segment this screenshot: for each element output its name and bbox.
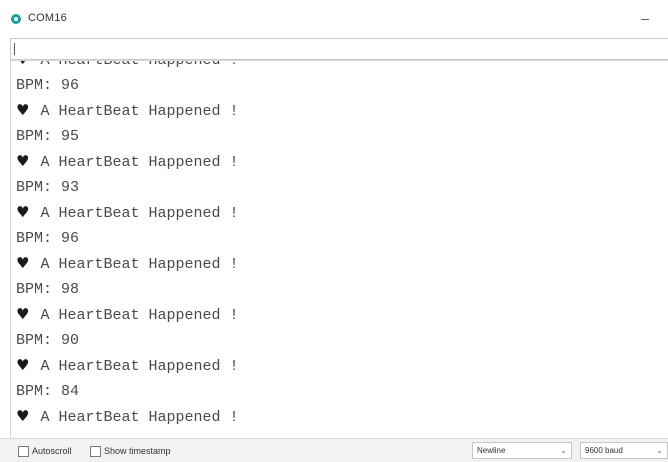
- serial-output-text: BPM: 90: [16, 331, 80, 349]
- heart-icon: ♥: [16, 203, 30, 221]
- serial-output-line: ♥ A HeartBeat Happened !: [16, 200, 239, 226]
- title-bar: COM16 –: [0, 0, 668, 38]
- serial-output-line: ♥ A HeartBeat Happened !: [16, 404, 239, 430]
- heart-icon: ♥: [16, 101, 30, 119]
- send-input[interactable]: [11, 39, 668, 59]
- heart-icon: ♥: [16, 305, 30, 323]
- serial-output-line: BPM: 84: [16, 379, 239, 405]
- serial-output-text: A HeartBeat Happened !: [40, 358, 239, 375]
- serial-output-text: A HeartBeat Happened !: [40, 205, 239, 222]
- chevron-down-icon: ⌄: [656, 446, 663, 455]
- serial-output-text: A HeartBeat Happened !: [40, 154, 239, 171]
- baud-rate-select[interactable]: 9600 baud ⌄: [580, 442, 668, 459]
- line-ending-select[interactable]: Newline ⌄: [472, 442, 572, 459]
- arduino-serial-icon: [11, 14, 21, 24]
- show-timestamp-option[interactable]: Show timestamp: [90, 444, 171, 458]
- serial-output-line: BPM: 93: [16, 175, 239, 201]
- serial-output-area[interactable]: ♥ A HeartBeat Happened ! BPM: 96 ♥ A HeartBe…: [10, 60, 668, 438]
- serial-output-line: BPM: 90: [16, 328, 239, 354]
- heart-icon: ♥: [16, 152, 30, 170]
- serial-output-line: ♥ A HeartBeat Happened !: [16, 149, 239, 175]
- send-input-field[interactable]: [10, 38, 668, 60]
- autoscroll-option[interactable]: Autoscroll: [18, 444, 72, 458]
- heart-icon: ♥: [16, 356, 30, 374]
- serial-output-text: BPM: 84: [16, 382, 80, 400]
- serial-output-text: A HeartBeat Happened !: [40, 409, 239, 426]
- serial-output-text: BPM: 96: [16, 229, 80, 247]
- status-bar: Autoscroll Show timestamp Newline ⌄ 9600…: [0, 438, 668, 462]
- show-timestamp-label: Show timestamp: [104, 446, 171, 456]
- serial-output-line: BPM: 98: [16, 277, 239, 303]
- serial-output-line: ♥ A HeartBeat Happened !: [16, 60, 239, 73]
- serial-output-text: BPM: 93: [16, 178, 80, 196]
- heart-icon: ♥: [16, 254, 30, 272]
- serial-monitor-window: COM16 – ♥ A HeartBeat Happened ! BPM: 96 ♥ A…: [0, 0, 668, 462]
- serial-output-line: ♥ A HeartBeat Happened !: [16, 353, 239, 379]
- serial-output-text: A HeartBeat Happened !: [40, 60, 239, 69]
- show-timestamp-checkbox[interactable]: [90, 445, 101, 457]
- serial-output-text: BPM: 98: [16, 280, 80, 298]
- serial-output-line: ♥ A HeartBeat Happened !: [16, 251, 239, 277]
- serial-output-line: BPM: 96: [16, 73, 239, 99]
- serial-output-text: A HeartBeat Happened !: [40, 307, 239, 324]
- serial-output-line: ♥ A HeartBeat Happened !: [16, 98, 239, 124]
- autoscroll-checkbox[interactable]: [18, 445, 29, 457]
- serial-output-lines: ♥ A HeartBeat Happened ! BPM: 96 ♥ A HeartBe…: [16, 60, 239, 430]
- window-title: COM16: [28, 12, 67, 24]
- line-ending-value: Newline: [477, 446, 506, 455]
- autoscroll-label: Autoscroll: [32, 446, 72, 456]
- serial-output-text: BPM: 95: [16, 127, 80, 145]
- chevron-down-icon: ⌄: [560, 446, 567, 455]
- serial-output-line: ♥ A HeartBeat Happened !: [16, 302, 239, 328]
- baud-rate-value: 9600 baud: [585, 446, 623, 455]
- minimize-button[interactable]: –: [622, 4, 668, 32]
- serial-output-text: BPM: 96: [16, 76, 80, 94]
- heart-icon: ♥: [16, 407, 30, 425]
- serial-output-line: BPM: 96: [16, 226, 239, 252]
- serial-output-text: A HeartBeat Happened !: [40, 256, 239, 273]
- serial-output-line: BPM: 95: [16, 124, 239, 150]
- serial-output-text: A HeartBeat Happened !: [40, 103, 239, 120]
- text-caret: [14, 43, 15, 55]
- heart-icon: ♥: [16, 61, 29, 68]
